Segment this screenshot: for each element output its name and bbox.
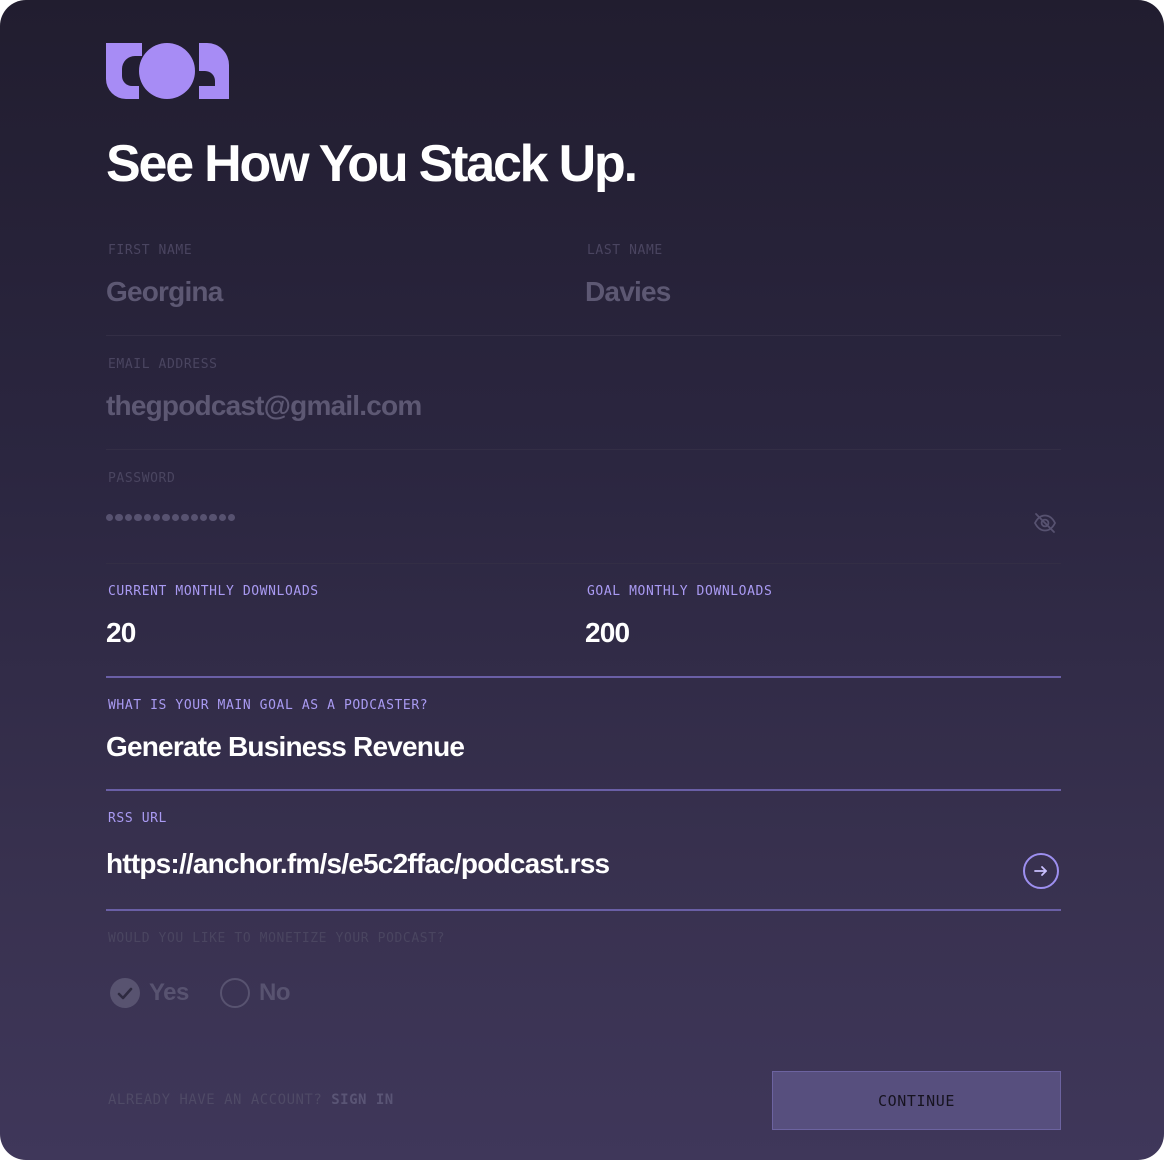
eye-off-icon[interactable] xyxy=(1033,512,1057,534)
arrow-right-icon xyxy=(1034,866,1047,876)
monetize-yes-radio[interactable]: Yes xyxy=(110,978,189,1008)
divider xyxy=(106,449,1061,450)
password-dot xyxy=(171,514,180,522)
current-downloads-field[interactable]: 20 xyxy=(106,617,136,649)
sign-in-link[interactable]: SIGN IN xyxy=(331,1092,394,1108)
radio-empty-icon xyxy=(220,978,250,1008)
toa-logo-icon xyxy=(106,43,229,99)
current-downloads-label: CURRENT MONTHLY DOWNLOADS xyxy=(108,584,319,599)
rss-url-field[interactable]: https://anchor.fm/s/e5c2ffac/podcast.rss xyxy=(106,848,610,880)
password-dot xyxy=(162,514,170,522)
main-goal-field[interactable]: Generate Business Revenue xyxy=(106,731,465,763)
monetize-no-radio[interactable]: No xyxy=(220,978,291,1008)
checkmark-icon xyxy=(110,978,140,1008)
sign-in-prompt: ALREADY HAVE AN ACCOUNT? SIGN IN xyxy=(108,1092,394,1108)
divider xyxy=(106,789,1061,791)
monetize-no-label: No xyxy=(259,979,291,1006)
divider xyxy=(106,335,1061,336)
last-name-field[interactable]: Davies xyxy=(585,276,671,308)
password-label: PASSWORD xyxy=(108,471,176,486)
password-dot xyxy=(115,514,123,522)
email-field[interactable]: thegpodcast@gmail.com xyxy=(106,390,422,422)
first-name-label: FIRST NAME xyxy=(108,243,193,258)
monetize-label: WOULD YOU LIKE TO MONETIZE YOUR PODCAST? xyxy=(108,931,446,946)
password-dot xyxy=(134,514,142,522)
divider xyxy=(106,563,1061,564)
last-name-label: LAST NAME xyxy=(587,243,663,258)
email-label: EMAIL ADDRESS xyxy=(108,357,218,372)
page-title: See How You Stack Up. xyxy=(106,135,638,193)
password-dot xyxy=(152,514,161,522)
password-dot xyxy=(190,514,198,522)
password-dot xyxy=(181,514,189,522)
first-name-field[interactable]: Georgina xyxy=(106,276,223,308)
rss-label: RSS URL xyxy=(108,811,167,826)
continue-button[interactable]: CONTINUE xyxy=(772,1071,1061,1130)
password-field[interactable] xyxy=(106,511,236,525)
password-dot xyxy=(228,514,236,522)
goal-downloads-field[interactable]: 200 xyxy=(585,617,630,649)
password-dot xyxy=(199,514,208,522)
rss-submit-button[interactable] xyxy=(1023,853,1059,889)
password-dot xyxy=(143,514,151,522)
account-prompt-text: ALREADY HAVE AN ACCOUNT? xyxy=(108,1092,323,1108)
divider xyxy=(106,909,1061,911)
main-goal-label: WHAT IS YOUR MAIN GOAL AS A PODCASTER? xyxy=(108,698,429,713)
password-dot xyxy=(209,514,217,522)
divider xyxy=(106,676,1061,678)
monetize-yes-label: Yes xyxy=(149,979,189,1006)
password-dot xyxy=(124,514,133,522)
goal-downloads-label: GOAL MONTHLY DOWNLOADS xyxy=(587,584,773,599)
password-dot xyxy=(106,514,114,522)
password-dot xyxy=(218,514,227,522)
signup-card: See How You Stack Up. FIRST NAME Georgin… xyxy=(0,0,1164,1160)
